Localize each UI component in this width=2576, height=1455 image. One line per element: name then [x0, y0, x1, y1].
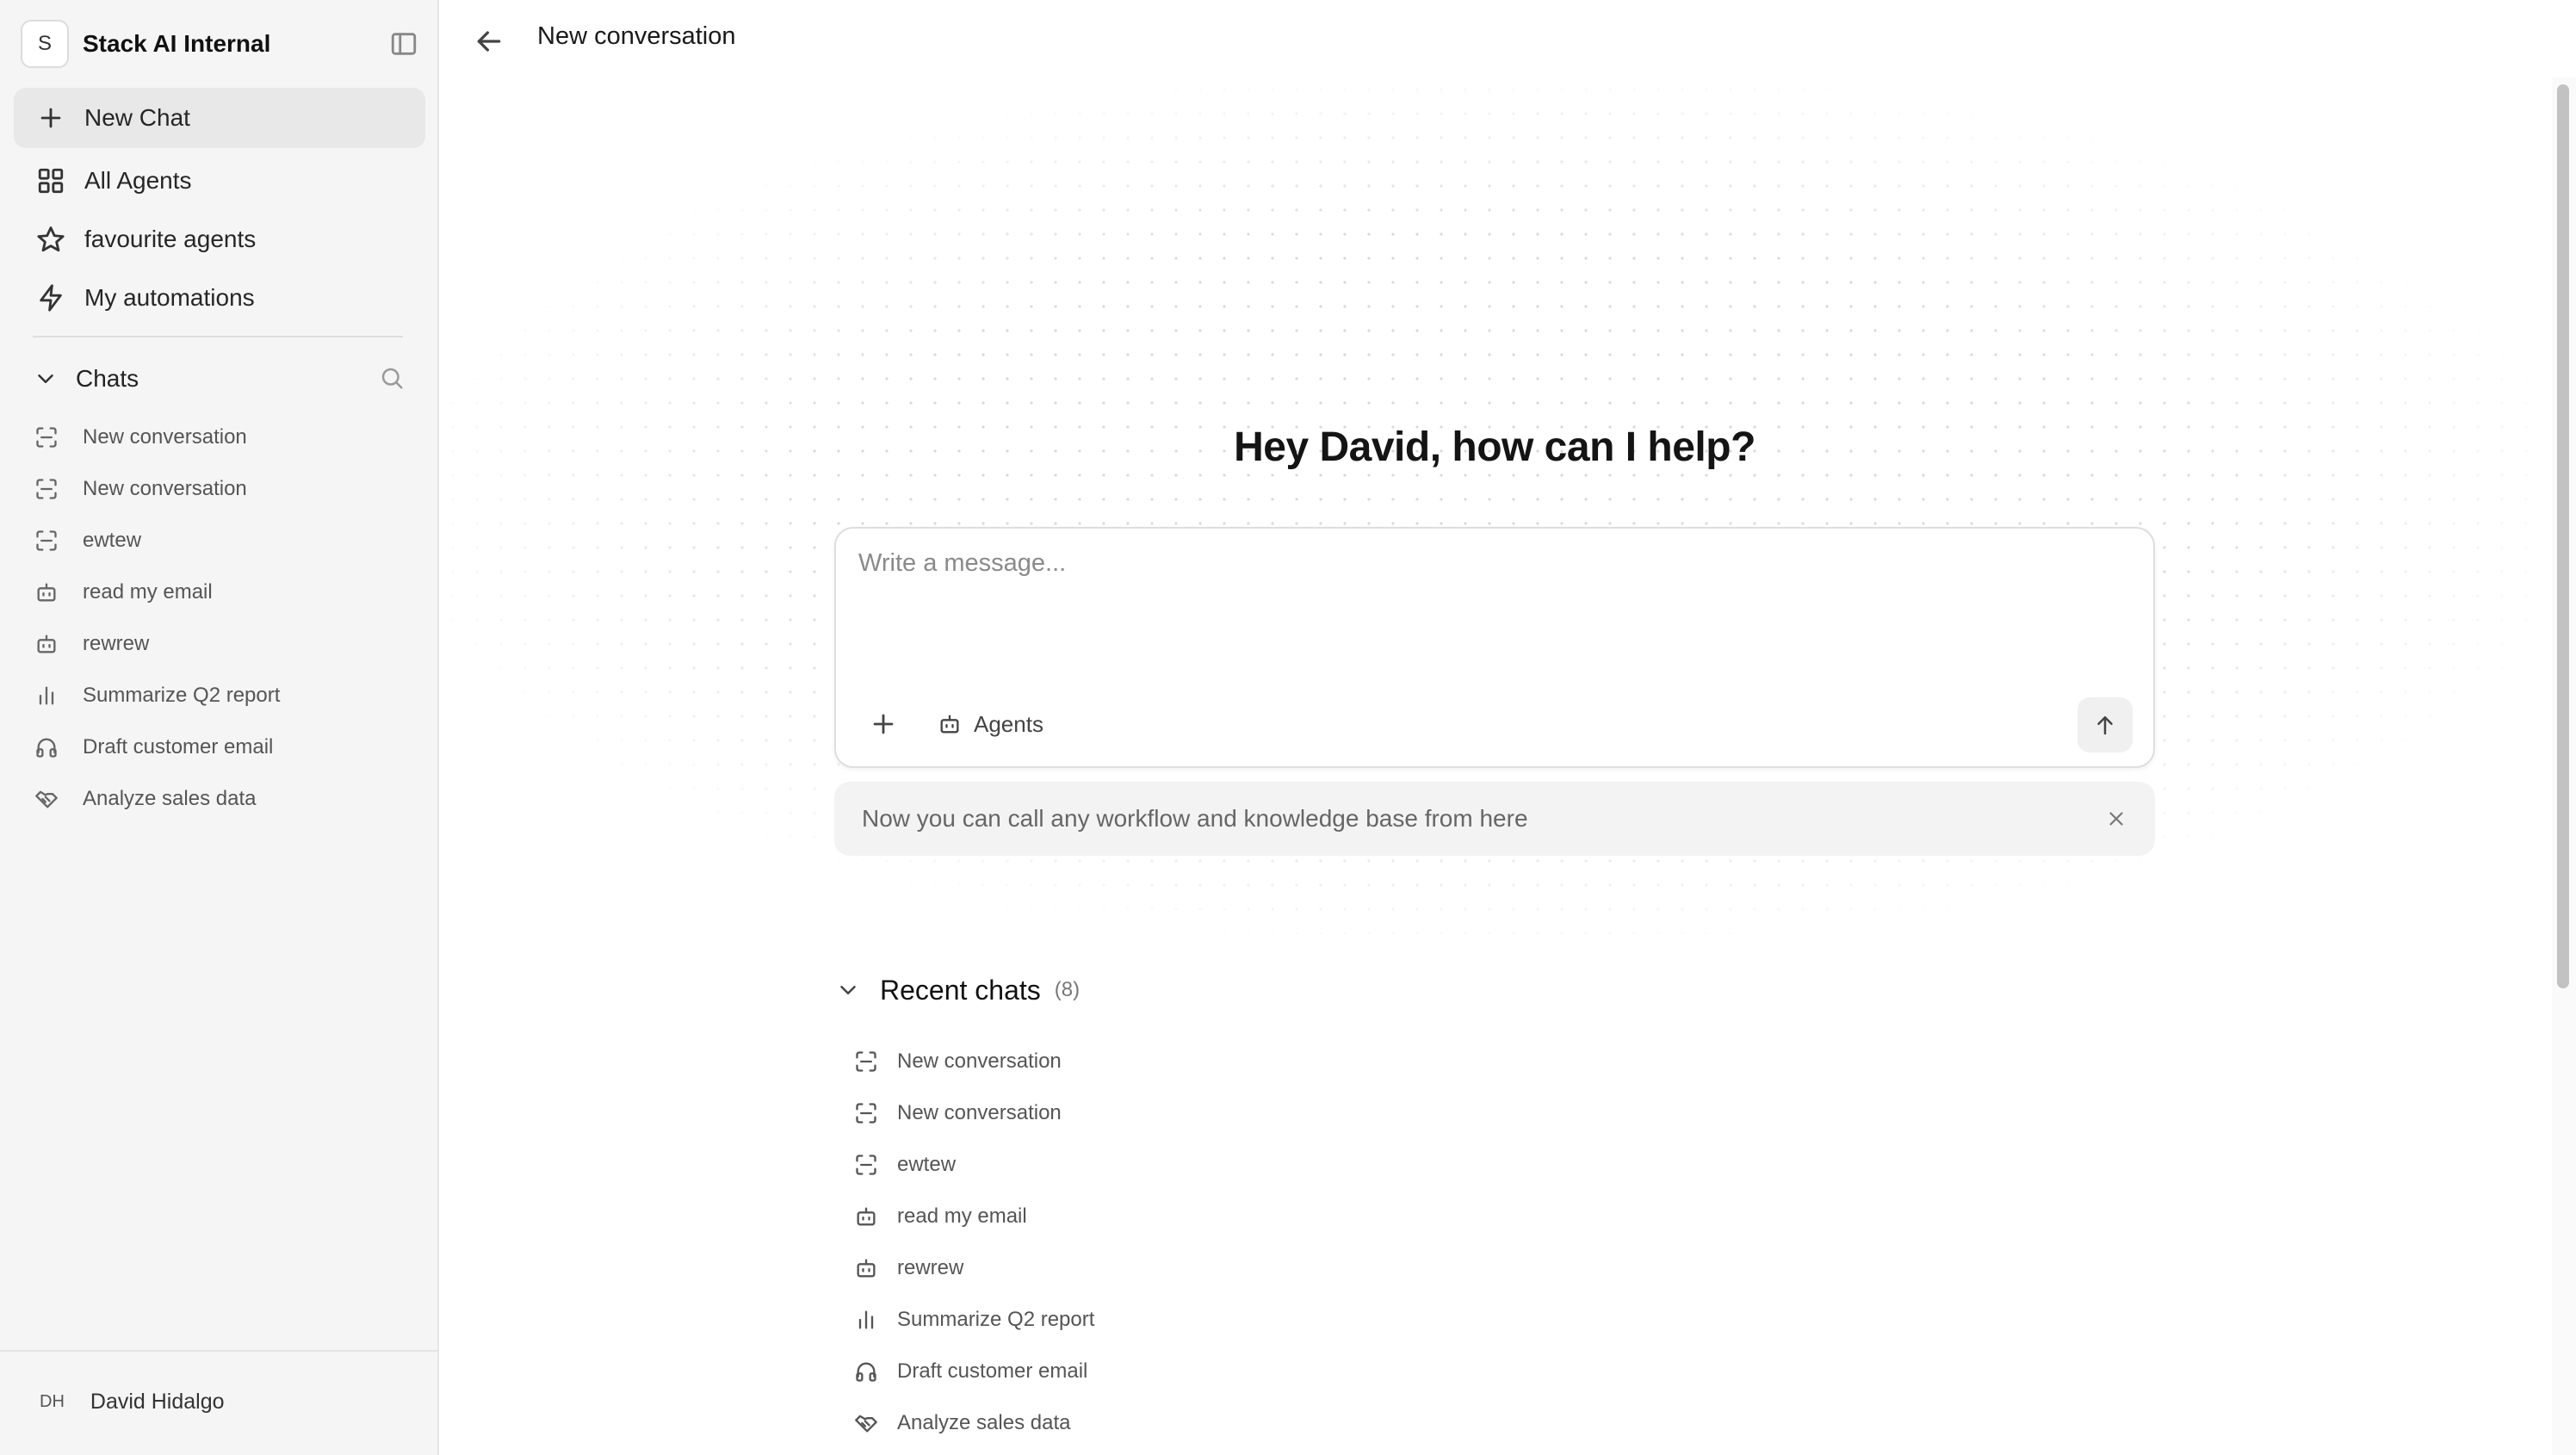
sidebar-chat-item[interactable]: Summarize Q2 report — [34, 678, 280, 713]
chat-label: Summarize Q2 report — [83, 684, 281, 707]
nav-item-all-agents[interactable]: All Agents — [14, 151, 425, 211]
message-composer: Agents — [834, 527, 2155, 768]
sidebar-chat-item[interactable]: Analyze sales data — [34, 782, 256, 816]
recent-chat-item[interactable]: Draft customer email — [854, 1353, 1087, 1390]
avatar: DH — [40, 1391, 65, 1411]
chat-label: ewtew — [83, 529, 142, 552]
scrollbar-thumb[interactable] — [2557, 84, 2569, 988]
recent-chat-item[interactable]: Summarize Q2 report — [854, 1302, 1094, 1338]
nav-label: My automations — [84, 284, 255, 311]
nav-label: New Chat — [84, 104, 190, 131]
recent-chat-label: rewrew — [897, 1256, 964, 1279]
workspace-name: Stack AI Internal — [83, 30, 271, 57]
chevron-down-icon[interactable] — [835, 977, 861, 1003]
chats-section-header[interactable]: Chats — [33, 360, 405, 398]
handshake-icon — [854, 1411, 878, 1435]
recent-chat-label: Analyze sales data — [897, 1411, 1071, 1434]
sidebar-chat-item[interactable]: New conversation — [34, 472, 247, 506]
nav-label: favourite agents — [84, 226, 257, 252]
chat-label: New conversation — [83, 477, 247, 500]
workspace-switcher[interactable]: S Stack AI Internal — [21, 19, 418, 69]
robot-icon — [854, 1256, 878, 1280]
robot-icon — [34, 632, 59, 656]
agents-label: Agents — [974, 710, 1043, 737]
lightning-icon — [36, 283, 65, 313]
handshake-icon — [34, 787, 59, 811]
send-button[interactable] — [2078, 697, 2133, 752]
chat-frame-icon — [854, 1101, 878, 1125]
chat-frame-icon — [34, 425, 59, 449]
message-input[interactable] — [858, 549, 2115, 653]
recent-chat-item[interactable]: ewtew — [854, 1147, 956, 1183]
page-title: New conversation — [537, 22, 736, 50]
sidebar-footer-divider — [0, 1350, 437, 1352]
user-profile[interactable]: DH David Hidalgo — [40, 1384, 225, 1419]
recent-chats-count: (8) — [1054, 978, 1081, 1001]
recent-chat-label: New conversation — [897, 1101, 1062, 1124]
greeting-heading: Hey David, how can I help? — [1234, 424, 1756, 470]
workspace-avatar: S — [21, 20, 69, 68]
nav-label: All Agents — [84, 167, 192, 194]
recent-chat-item[interactable]: Analyze sales data — [854, 1405, 1070, 1441]
back-arrow-icon[interactable] — [472, 24, 506, 59]
recent-chat-label: Summarize Q2 report — [897, 1308, 1095, 1331]
bar-chart-icon — [34, 684, 59, 708]
headphones-icon — [854, 1359, 878, 1384]
plus-icon[interactable] — [869, 709, 898, 739]
sidebar-divider — [33, 336, 403, 337]
grid-icon — [36, 166, 65, 195]
star-icon — [36, 225, 65, 254]
sidebar-toggle-icon[interactable] — [389, 29, 418, 59]
recent-chat-label: ewtew — [897, 1153, 957, 1176]
nav-item-favourite-agents[interactable]: favourite agents — [14, 209, 425, 269]
recent-chat-label: read my email — [897, 1204, 1027, 1228]
nav-item-my-automations[interactable]: My automations — [14, 268, 425, 328]
robot-icon — [34, 580, 59, 604]
sidebar: S Stack AI Internal New Chat All Agents … — [0, 0, 439, 1455]
sidebar-chat-item[interactable]: read my email — [34, 575, 213, 610]
chats-label: Chats — [76, 365, 139, 392]
chat-frame-icon — [34, 529, 59, 553]
sidebar-chat-item[interactable]: rewrew — [34, 627, 149, 661]
recent-chat-item[interactable]: read my email — [854, 1198, 1027, 1235]
sidebar-chat-item[interactable]: New conversation — [34, 420, 247, 455]
recent-chat-item[interactable]: New conversation — [854, 1095, 1062, 1131]
search-icon[interactable] — [379, 365, 405, 391]
user-name: David Hidalgo — [90, 1389, 225, 1414]
agents-button[interactable]: Agents — [938, 706, 1043, 742]
chat-frame-icon — [854, 1153, 878, 1177]
recent-chat-item[interactable]: rewrew — [854, 1250, 963, 1286]
recent-chat-label: New conversation — [897, 1049, 1062, 1073]
headphones-icon — [34, 735, 59, 759]
recent-chat-item[interactable]: New conversation — [854, 1043, 1062, 1080]
info-banner-text: Now you can call any workflow and knowle… — [862, 805, 1528, 832]
chat-frame-icon — [854, 1049, 878, 1074]
chat-label: read my email — [83, 580, 213, 604]
chat-label: New conversation — [83, 425, 247, 449]
recent-chats-title: Recent chats — [880, 974, 1041, 1006]
new-chat-button[interactable]: New Chat — [14, 88, 425, 148]
close-icon[interactable] — [2105, 808, 2127, 830]
sidebar-chat-item[interactable]: ewtew — [34, 523, 141, 558]
bar-chart-icon — [854, 1308, 878, 1332]
recent-chats-header[interactable]: Recent chats (8) — [835, 971, 1080, 1009]
plus-icon — [36, 103, 65, 133]
info-banner: Now you can call any workflow and knowle… — [834, 782, 2155, 856]
chevron-down-icon[interactable] — [33, 366, 59, 392]
robot-icon — [938, 712, 962, 736]
robot-icon — [854, 1204, 878, 1229]
chat-frame-icon — [34, 477, 59, 501]
chat-label: Draft customer email — [83, 735, 274, 758]
chat-label: Analyze sales data — [83, 787, 257, 810]
chat-label: rewrew — [83, 632, 150, 655]
recent-chat-label: Draft customer email — [897, 1359, 1088, 1383]
arrow-up-icon — [2097, 716, 2113, 735]
sidebar-chat-item[interactable]: Draft customer email — [34, 730, 273, 765]
